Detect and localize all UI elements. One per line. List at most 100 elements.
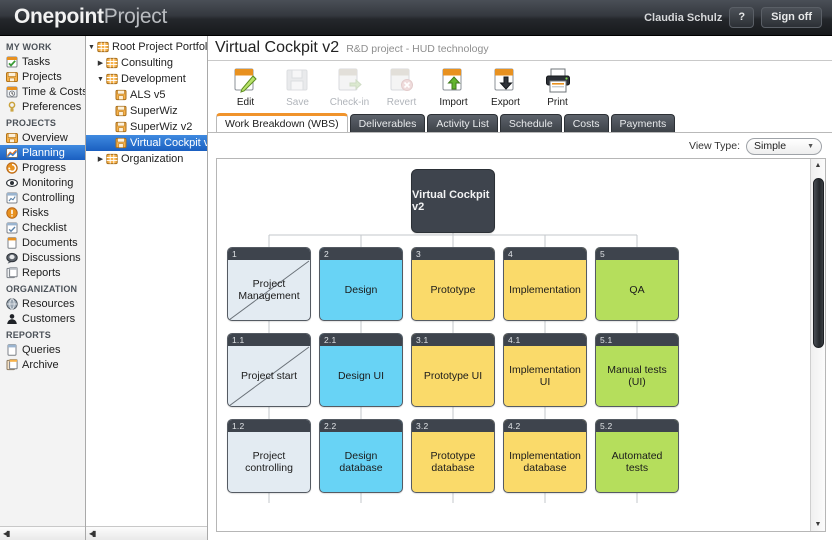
tree-item-virtual-cockpit-v2[interactable]: Virtual Cockpit v2 bbox=[86, 135, 207, 151]
toolbar-export-button[interactable]: Export bbox=[481, 66, 530, 108]
wbs-node-number: 5.2 bbox=[596, 420, 678, 432]
discussions-icon bbox=[6, 252, 18, 264]
sidebar-item-monitoring[interactable]: Monitoring bbox=[0, 175, 85, 190]
toolbar-import-button[interactable]: Import bbox=[429, 66, 478, 108]
view-type-select[interactable]: Simple ▼ bbox=[746, 137, 822, 155]
tab-schedule[interactable]: Schedule bbox=[499, 114, 562, 133]
tree-item-superwiz-v2[interactable]: SuperWiz v2 bbox=[86, 119, 207, 135]
sidebar-item-planning[interactable]: Planning bbox=[0, 145, 85, 160]
sidebar-item-label: Discussions bbox=[22, 251, 81, 264]
chevron-down-icon[interactable]: ▼ bbox=[86, 44, 97, 51]
scrollbar-track[interactable] bbox=[811, 172, 825, 518]
wbs-node-label: Implementation database bbox=[509, 450, 581, 474]
tab-activity-list[interactable]: Activity List bbox=[427, 114, 498, 133]
header-right-group: Claudia Schulz ? Sign off bbox=[644, 7, 822, 28]
export-icon bbox=[492, 67, 520, 95]
sidebar-item-preferences[interactable]: Preferences bbox=[0, 99, 85, 114]
sidebar-item-label: Documents bbox=[22, 236, 78, 249]
sidebar-item-reports[interactable]: Reports bbox=[0, 265, 85, 280]
wbs-canvas[interactable]: Virtual Cockpit v2 1 Project Management 2 De… bbox=[216, 158, 826, 532]
wbs-node-body: Implementation UI bbox=[504, 346, 586, 406]
wbs-node[interactable]: 1 Project Management bbox=[227, 247, 311, 321]
tab-label: Work Breakdown (WBS) bbox=[225, 118, 339, 130]
tree-item-als-v5[interactable]: ALS v5 bbox=[86, 87, 207, 103]
wbs-node[interactable]: 1.1 Project start bbox=[227, 333, 311, 407]
collapse-left-icon: ◂▮ bbox=[3, 529, 10, 538]
wbs-node-body: Design bbox=[320, 260, 402, 320]
tab-work-breakdown-wbs[interactable]: Work Breakdown (WBS) bbox=[216, 113, 348, 133]
preferences-icon bbox=[6, 101, 18, 113]
wbs-node[interactable]: 4.1 Implementation UI bbox=[503, 333, 587, 407]
wbs-node[interactable]: 3.2 Prototype database bbox=[411, 419, 495, 493]
sidebar-item-documents[interactable]: Documents bbox=[0, 235, 85, 250]
sidebar-item-label: Tasks bbox=[22, 55, 51, 68]
wbs-node[interactable]: 2.1 Design UI bbox=[319, 333, 403, 407]
sidebar-item-projects[interactable]: Projects bbox=[0, 69, 85, 84]
scroll-down-arrow-icon[interactable]: ▼ bbox=[811, 518, 825, 531]
wbs-node[interactable]: 5.1 Manual tests (UI) bbox=[595, 333, 679, 407]
sidebar-item-risks[interactable]: Risks bbox=[0, 205, 85, 220]
wbs-node[interactable]: 1.2 Project controlling bbox=[227, 419, 311, 493]
sidebar-item-time-costs[interactable]: Time & Costs bbox=[0, 84, 85, 99]
sign-off-button[interactable]: Sign off bbox=[761, 7, 822, 28]
wbs-node-body: Design UI bbox=[320, 346, 402, 406]
tab-deliverables[interactable]: Deliverables bbox=[349, 114, 426, 133]
wbs-node-label: Prototype bbox=[430, 284, 476, 296]
wbs-node-number: 2.2 bbox=[320, 420, 402, 432]
scrollbar-thumb[interactable] bbox=[813, 178, 824, 348]
toolbar-print-button[interactable]: Print bbox=[533, 66, 582, 108]
tree-item-consulting[interactable]: ▶ Consulting bbox=[86, 55, 207, 71]
tab-costs[interactable]: Costs bbox=[563, 114, 609, 133]
tree-item-development[interactable]: ▼ Development bbox=[86, 71, 207, 87]
sidebar-item-archive[interactable]: Archive bbox=[0, 357, 85, 372]
sidebar-item-label: Projects bbox=[22, 70, 62, 83]
monitoring-icon bbox=[6, 177, 18, 189]
sidebar-item-discussions[interactable]: Discussions bbox=[0, 250, 85, 265]
wbs-root-node[interactable]: Virtual Cockpit v2 bbox=[411, 169, 495, 233]
tree-item-root-project-portfolio[interactable]: ▼ Root Project Portfolio bbox=[86, 39, 207, 55]
sidebar-item-customers[interactable]: Customers bbox=[0, 311, 85, 326]
sidebar-item-label: Time & Costs bbox=[22, 85, 85, 98]
toolbar-edit-button[interactable]: Edit bbox=[221, 66, 270, 108]
tree-collapse-handle[interactable]: ◂▮ bbox=[86, 526, 207, 540]
tree-item-organization[interactable]: ▶ Organization bbox=[86, 151, 207, 167]
sidebar-item-controlling[interactable]: Controlling bbox=[0, 190, 85, 205]
wbs-node[interactable]: 3 Prototype bbox=[411, 247, 495, 321]
wbs-node[interactable]: 4.2 Implementation database bbox=[503, 419, 587, 493]
wbs-node[interactable]: 5.2 Automated tests bbox=[595, 419, 679, 493]
wbs-node[interactable]: 3.1 Prototype UI bbox=[411, 333, 495, 407]
toolbar-button-label: Export bbox=[491, 97, 520, 108]
sidebar-item-checklist[interactable]: Checklist bbox=[0, 220, 85, 235]
tree-item-label: Development bbox=[121, 73, 186, 85]
wbs-node[interactable]: 5 QA bbox=[595, 247, 679, 321]
wbs-node-number: 3 bbox=[412, 248, 494, 260]
wbs-node[interactable]: 2.2 Design database bbox=[319, 419, 403, 493]
tab-payments[interactable]: Payments bbox=[610, 114, 676, 133]
sidebar-item-resources[interactable]: Resources bbox=[0, 296, 85, 311]
sidebar-item-tasks[interactable]: Tasks bbox=[0, 54, 85, 69]
action-toolbar: Edit Save Check-in Revert Import Export Print bbox=[208, 61, 832, 113]
nav-collapse-handle[interactable]: ◂▮ bbox=[0, 526, 85, 540]
sidebar-item-label: Planning bbox=[22, 146, 65, 159]
chevron-right-icon[interactable]: ▶ bbox=[95, 155, 106, 163]
wbs-node-body: Prototype bbox=[412, 260, 494, 320]
resources-icon bbox=[6, 297, 18, 310]
help-button[interactable]: ? bbox=[729, 7, 755, 28]
wbs-node[interactable]: 2 Design bbox=[319, 247, 403, 321]
toolbar-check-in-button: Check-in bbox=[325, 66, 374, 108]
chevron-right-icon[interactable]: ▶ bbox=[95, 59, 106, 67]
tree-item-superwiz[interactable]: SuperWiz bbox=[86, 103, 207, 119]
sidebar-item-overview[interactable]: Overview bbox=[0, 130, 85, 145]
canvas-vertical-scrollbar[interactable]: ▲ ▼ bbox=[810, 159, 825, 531]
portfolio-icon bbox=[106, 57, 118, 69]
sidebar-item-queries[interactable]: Queries bbox=[0, 342, 85, 357]
sidebar-item-label: Monitoring bbox=[22, 176, 74, 189]
wbs-node-number: 4.1 bbox=[504, 334, 586, 346]
wbs-node[interactable]: 4 Implementation bbox=[503, 247, 587, 321]
sidebar-item-label: Risks bbox=[22, 206, 49, 219]
sidebar-item-progress[interactable]: Progress bbox=[0, 160, 85, 175]
scroll-up-arrow-icon[interactable]: ▲ bbox=[811, 159, 825, 172]
chevron-down-icon[interactable]: ▼ bbox=[95, 76, 106, 83]
wbs-diagram[interactable]: Virtual Cockpit v2 1 Project Management 2 De… bbox=[217, 159, 810, 531]
revert-icon bbox=[388, 67, 416, 95]
